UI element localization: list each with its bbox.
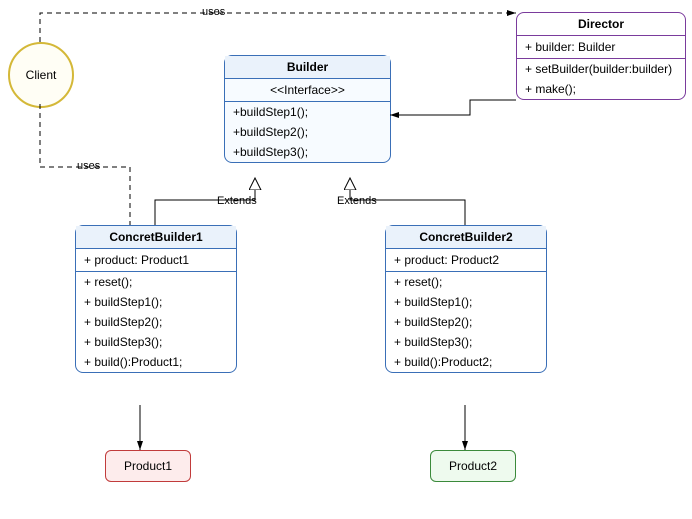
cb2-method: + build():Product2; <box>386 352 546 372</box>
cb2-attr: + product: Product2 <box>386 249 546 272</box>
cb2-method: + buildStep2(); <box>386 312 546 332</box>
director-title: Director <box>517 13 685 36</box>
client-node: Client <box>8 42 74 108</box>
cb1-method: + reset(); <box>76 272 236 292</box>
builder-title: Builder <box>225 56 390 79</box>
concretbuilder2-class: ConcretBuilder2 + product: Product2 + re… <box>385 225 547 373</box>
cb2-title: ConcretBuilder2 <box>386 226 546 249</box>
director-attr: + builder: Builder <box>517 36 685 59</box>
uses-label: uses <box>200 6 227 18</box>
product1-node: Product1 <box>105 450 191 482</box>
builder-method: +buildStep3(); <box>225 142 390 162</box>
builder-method: +buildStep2(); <box>225 122 390 142</box>
cb2-method: + buildStep3(); <box>386 332 546 352</box>
product2-label: Product2 <box>449 459 497 473</box>
cb1-method: + buildStep3(); <box>76 332 236 352</box>
client-label: Client <box>26 68 57 82</box>
cb1-method: + buildStep2(); <box>76 312 236 332</box>
extends-label: Extends <box>215 195 259 207</box>
director-method: + setBuilder(builder:builder) <box>517 59 685 79</box>
product1-label: Product1 <box>124 459 172 473</box>
cb1-method: + buildStep1(); <box>76 292 236 312</box>
cb1-attr: + product: Product1 <box>76 249 236 272</box>
product2-node: Product2 <box>430 450 516 482</box>
cb1-method: + build():Product1; <box>76 352 236 372</box>
extends-label: Extends <box>335 195 379 207</box>
uses-label: uses <box>75 160 102 172</box>
cb2-method: + reset(); <box>386 272 546 292</box>
cb2-method: + buildStep1(); <box>386 292 546 312</box>
director-method: + make(); <box>517 79 685 99</box>
builder-class: Builder <<Interface>> +buildStep1(); +bu… <box>224 55 391 163</box>
builder-stereotype: <<Interface>> <box>225 79 390 102</box>
builder-method: +buildStep1(); <box>225 102 390 122</box>
director-class: Director + builder: Builder + setBuilder… <box>516 12 686 100</box>
diagram-canvas: Client Builder <<Interface>> +buildStep1… <box>0 0 692 519</box>
concretbuilder1-class: ConcretBuilder1 + product: Product1 + re… <box>75 225 237 373</box>
cb1-title: ConcretBuilder1 <box>76 226 236 249</box>
